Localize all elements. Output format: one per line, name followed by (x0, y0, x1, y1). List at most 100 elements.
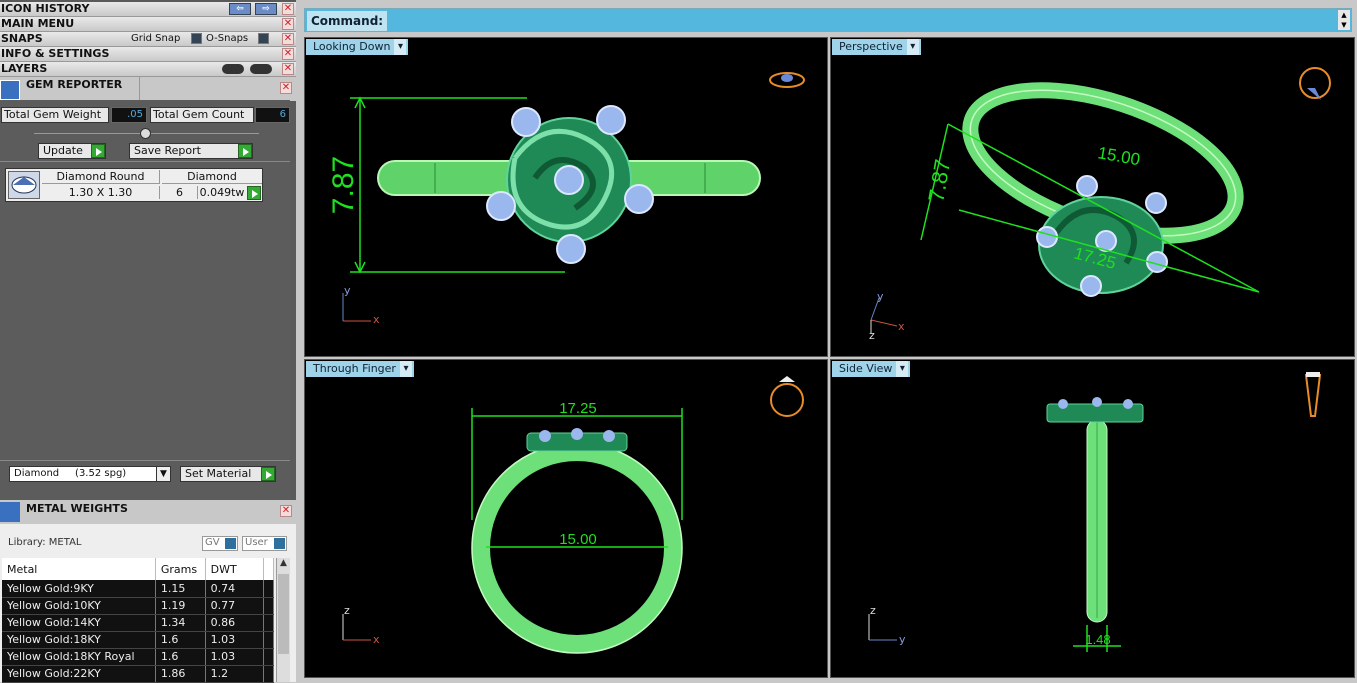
snaps-label: SNAPS (1, 32, 43, 45)
info-settings-header[interactable]: INFO & SETTINGS ✕ (0, 47, 296, 62)
scroll-thumb[interactable] (278, 574, 289, 654)
close-icon[interactable]: ✕ (282, 63, 294, 75)
gem-reporter-panel: Total Gem Weight .05 Total Gem Count 6 U… (0, 100, 290, 500)
close-icon[interactable]: ✕ (282, 3, 294, 15)
table-row[interactable]: Yellow Gold:9KY 1.15 0.74 (2, 580, 275, 598)
command-input[interactable] (387, 11, 1337, 31)
scroll-up-icon[interactable]: ▲ (277, 558, 290, 572)
column-header-dwt[interactable]: DWT (205, 558, 264, 580)
save-report-label: Save Report (134, 144, 201, 157)
grams: 1.15 (155, 580, 206, 598)
icon-history-header[interactable]: ICON HISTORY ⇦ ⇨ ✕ (0, 2, 296, 17)
forward-arrow-icon[interactable]: ⇨ (255, 3, 277, 15)
table-row[interactable]: Yellow Gold:10KY 1.19 0.77 (2, 597, 275, 615)
layers-header[interactable]: LAYERS ✕ (0, 62, 296, 77)
set-material-label: Set Material (185, 467, 252, 480)
table-row[interactable]: Yellow Gold:18KY 1.6 1.03 (2, 631, 275, 649)
o-snaps-toggle[interactable]: O-Snaps (206, 32, 248, 46)
viewport-perspective[interactable]: Perspective 15.00 7.87 17.25 y z x (830, 37, 1355, 357)
viewport-through-finger[interactable]: Through Finger 17.25 15.00 z x (304, 359, 828, 678)
axis-gizmo: z x (342, 604, 380, 646)
viewport-looking-down[interactable]: Looking Down 7.87 y x (304, 37, 828, 357)
icon-history-label: ICON HISTORY (1, 2, 90, 15)
divider (0, 460, 290, 461)
metal-name: Yellow Gold:22KY (2, 665, 156, 683)
title-tab (20, 77, 140, 101)
gem-reporter-title-bar: GEM REPORTER ✕ (0, 77, 296, 101)
metal-name: Yellow Gold:18KY Royal (2, 648, 156, 666)
play-icon (238, 144, 252, 158)
view-cube-icon[interactable] (770, 376, 804, 417)
dimension-outer: 17.25 (559, 400, 597, 417)
gv-toggle[interactable]: GV (202, 536, 238, 551)
close-icon[interactable]: ✕ (280, 82, 292, 94)
gem-reporter-icon (0, 80, 20, 100)
close-icon[interactable]: ✕ (282, 48, 294, 60)
grid-snap-toggle[interactable]: Grid Snap (131, 32, 180, 46)
gem-thumbnail (8, 171, 40, 199)
set-material-button[interactable]: Set Material (180, 466, 276, 482)
dimension-inner: 15.00 (559, 531, 597, 548)
table-row[interactable]: Yellow Gold:14KY 1.34 0.86 (2, 614, 275, 632)
grams: 1.34 (155, 614, 206, 632)
table-header-row: Metal Grams DWT (2, 558, 275, 580)
setting-top (526, 428, 628, 452)
chevron-down-icon: ▼ (156, 467, 170, 481)
spacer (263, 648, 275, 666)
layer-toggle-icon[interactable] (222, 64, 244, 74)
grams: 1.86 (155, 665, 206, 683)
view-cube-icon[interactable] (1299, 67, 1331, 100)
eye-icon[interactable] (250, 64, 272, 74)
save-report-button[interactable]: Save Report (129, 143, 253, 159)
material-select-value: Diamond (3.52 spg) (14, 468, 127, 479)
axis-gizmo: y z x (869, 290, 905, 342)
total-gem-count-value: 6 (255, 107, 290, 123)
play-icon (91, 144, 105, 158)
gem-list-row[interactable]: Diamond Round Diamond 1.30 X 1.30 6 0.04… (5, 168, 263, 202)
view-cube-icon[interactable] (1304, 372, 1322, 417)
grams: 1.6 (155, 631, 206, 649)
scrollbar[interactable]: ▲ (276, 558, 290, 682)
back-arrow-icon[interactable]: ⇦ (229, 3, 251, 15)
spacer (263, 614, 275, 632)
view-cube-icon[interactable] (769, 72, 805, 88)
gem-weight: 0.049tw (199, 186, 245, 199)
side-view-drawing: 1.48 z y (868, 372, 1322, 652)
toggle-icon (225, 538, 236, 549)
column-header-metal[interactable]: Metal (2, 558, 156, 580)
table-row[interactable]: Yellow Gold:18KY Royal 1.6 1.03 (2, 648, 275, 666)
user-toggle[interactable]: User (242, 536, 287, 551)
axis-gizmo: y x (342, 284, 380, 326)
close-icon[interactable]: ✕ (282, 18, 294, 30)
dwt: 0.86 (205, 614, 264, 632)
o-snaps-icon[interactable] (258, 33, 269, 44)
gem-shape: Diamond Round (42, 170, 160, 184)
metal-name: Yellow Gold:10KY (2, 597, 156, 615)
main-menu-header[interactable]: MAIN MENU ✕ (0, 17, 296, 32)
snaps-header[interactable]: SNAPS Grid Snap O-Snaps ✕ (0, 32, 296, 47)
looking-down-drawing: 7.87 y x (327, 72, 805, 326)
grams: 1.19 (155, 597, 206, 615)
gem-material: Diamond (162, 170, 262, 184)
layers-label: LAYERS (1, 62, 48, 75)
close-icon[interactable]: ✕ (282, 33, 294, 45)
spacer (263, 631, 275, 649)
axis-y-label: y (899, 633, 906, 646)
command-bar: Command: ▲ ▼ (304, 8, 1352, 32)
gem-count: 6 (162, 186, 198, 199)
material-select[interactable]: Diamond (3.52 spg) ▼ (9, 466, 171, 482)
axis-y-label: y (344, 284, 351, 297)
axis-z-label: z (344, 604, 350, 617)
viewport-side-view[interactable]: Side View 1.48 z y (830, 359, 1355, 678)
command-scroll-icon[interactable]: ▲ ▼ (1338, 10, 1350, 30)
dimension-height: 7.87 (923, 157, 955, 204)
grid-snap-icon[interactable] (191, 33, 202, 44)
axis-x-label: x (373, 313, 380, 326)
column-header-grams[interactable]: Grams (155, 558, 206, 580)
slider-thumb[interactable] (140, 128, 151, 139)
play-icon[interactable] (247, 186, 261, 200)
close-icon[interactable]: ✕ (280, 505, 292, 517)
table-row[interactable]: Yellow Gold:22KY 1.86 1.2 (2, 665, 275, 683)
left-panel: ICON HISTORY ⇦ ⇨ ✕ MAIN MENU ✕ SNAPS Gri… (0, 0, 296, 683)
update-button[interactable]: Update (38, 143, 106, 159)
